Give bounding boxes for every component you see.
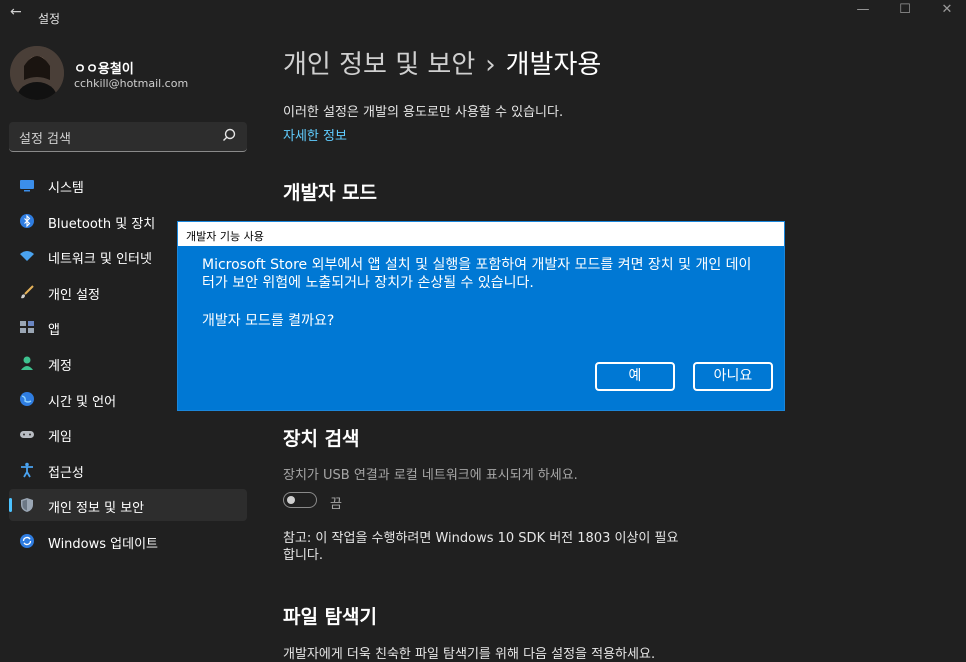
title-bar: ← 설정 — ☐ ✕: [0, 0, 966, 32]
gamepad-icon: [20, 431, 34, 439]
no-button[interactable]: 아니요: [693, 362, 773, 391]
account-icon: [21, 356, 33, 370]
more-info-link[interactable]: 자세한 정보: [283, 125, 347, 144]
brush-icon: [21, 285, 34, 299]
sidebar-item-label: Windows 업데이트: [48, 536, 159, 552]
dialog-title: 개발자 기능 사용: [186, 230, 264, 243]
sidebar-item-windows-update[interactable]: Windows 업데이트: [9, 525, 247, 557]
system-icon: [20, 180, 34, 192]
sidebar-item-label: Bluetooth 및 장치: [48, 216, 156, 232]
avatar: [10, 46, 64, 100]
globe-icon: [20, 391, 34, 406]
developer-mode-heading: 개발자 모드: [283, 182, 378, 204]
search-icon: [223, 128, 236, 141]
update-icon: [20, 533, 34, 548]
user-email: cchkill@hotmail.com: [74, 77, 189, 90]
user-name: ㅇㅇ용철이: [74, 62, 134, 77]
developer-mode-dialog: 개발자 기능 사용 Microsoft Store 외부에서 앱 설치 및 실행…: [177, 221, 785, 411]
file-explorer-description: 개발자에게 더욱 친숙한 파일 탐색기를 위해 다음 설정을 적용하세요.: [283, 647, 656, 662]
search-input[interactable]: 설정 검색: [9, 122, 247, 152]
sidebar-item-label: 접근성: [48, 465, 84, 481]
search-placeholder: 설정 검색: [19, 132, 71, 147]
minimize-button[interactable]: —: [840, 2, 886, 22]
close-button[interactable]: ✕: [924, 2, 966, 22]
sidebar-item-system[interactable]: 시스템: [9, 169, 247, 201]
network-icon: [20, 251, 34, 262]
toggle-knob: [287, 496, 295, 504]
breadcrumb-separator: ›: [485, 50, 496, 80]
dialog-message: Microsoft Store 외부에서 앱 설치 및 실행을 포함하여 개발자…: [202, 257, 752, 291]
breadcrumb-parent[interactable]: 개인 정보 및 보안: [283, 50, 475, 80]
sidebar-item-label: 네트워크 및 인터넷: [48, 252, 152, 268]
sidebar-item-label: 시스템: [48, 181, 84, 196]
accessibility-icon: [21, 462, 33, 478]
back-button[interactable]: ←: [10, 4, 22, 20]
sidebar-item-label: 게임: [48, 430, 72, 446]
maximize-button[interactable]: ☐: [882, 2, 928, 22]
device-discovery-description: 장치가 USB 연결과 로컬 네트워크에 표시되게 하세요.: [283, 468, 578, 483]
sidebar-item-accessibility[interactable]: 접근성: [9, 454, 247, 486]
apps-icon: [20, 321, 34, 334]
sidebar-item-label: 계정: [48, 358, 72, 374]
sidebar-item-label: 앱: [48, 323, 60, 339]
sidebar-item-label: 개인 설정: [48, 287, 100, 303]
sidebar-item-label: 시간 및 언어: [48, 394, 117, 410]
shield-icon: [21, 498, 33, 513]
sidebar-item-gaming[interactable]: 게임: [9, 418, 247, 450]
page-title: 개발자용: [505, 50, 602, 80]
breadcrumb: 개인 정보 및 보안 › 개발자용: [283, 44, 601, 81]
app-title: 설정: [38, 12, 61, 26]
dialog-question: 개발자 모드를 켤까요?: [202, 313, 335, 329]
toggle-state-label: 끔: [330, 497, 342, 512]
dialog-title-bar: 개발자 기능 사용: [178, 222, 784, 246]
yes-button[interactable]: 예: [595, 362, 675, 391]
file-explorer-heading: 파일 탐색기: [283, 606, 378, 628]
bluetooth-icon: [20, 213, 34, 228]
page-description: 이러한 설정은 개발의 용도로만 사용할 수 있습니다.: [283, 105, 564, 120]
device-discovery-toggle[interactable]: [283, 492, 317, 508]
sidebar-item-label: 개인 정보 및 보안: [48, 501, 145, 517]
sdk-note: 참고: 이 작업을 수행하려면 Windows 10 SDK 버전 1803 이…: [283, 531, 679, 563]
sidebar-item-privacy-security[interactable]: 개인 정보 및 보안: [9, 489, 247, 522]
device-discovery-heading: 장치 검색: [283, 428, 360, 450]
